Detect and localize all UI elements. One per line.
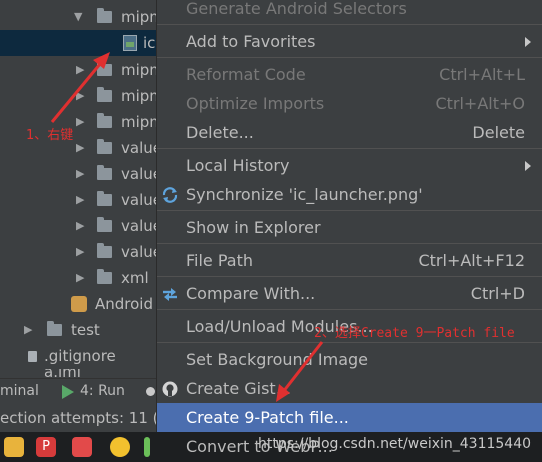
arrow-step-1 [50,52,110,123]
annotation-step-2: 2、选择Create 9一Patch file [314,326,515,341]
annotation-arrows [50,52,324,402]
watermark: https://blog.csdn.net/weixin_43115440 [258,436,532,452]
arrow-step-2 [276,341,324,402]
annotation-step-1: 1、右键 [26,128,74,143]
